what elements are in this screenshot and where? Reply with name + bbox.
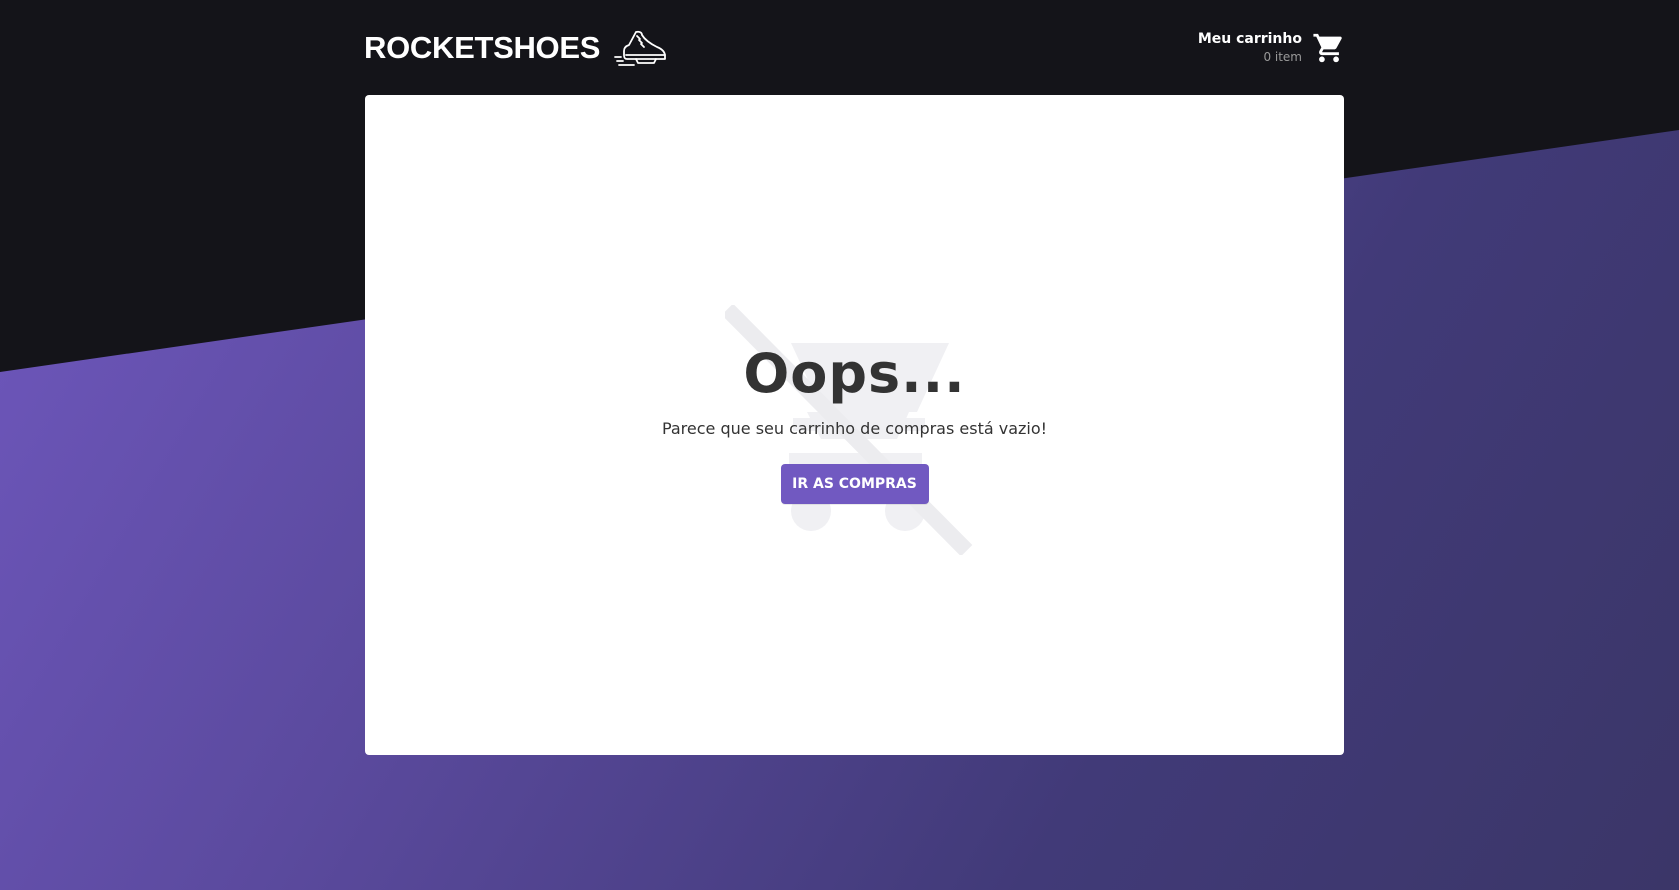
cart-item-count: 0 item bbox=[1263, 49, 1302, 64]
empty-cart-message-block: Oops... Parece que seu carrinho de compr… bbox=[365, 347, 1344, 504]
empty-cart-title: Oops... bbox=[743, 342, 966, 405]
cart-title: Meu carrinho bbox=[1197, 30, 1302, 47]
shoe-icon bbox=[614, 30, 667, 66]
header: ROCKETSHOES Meu carrinho 0 item bbox=[364, 0, 1346, 95]
cart-link[interactable]: Meu carrinho 0 item bbox=[1198, 31, 1346, 65]
brand-logo-link[interactable]: ROCKETSHOES bbox=[364, 28, 668, 68]
go-shopping-button[interactable]: IR AS COMPRAS bbox=[780, 464, 929, 504]
page-container: ROCKETSHOES Meu carrinho 0 item Oops... … bbox=[364, 0, 1346, 755]
brand-name: ROCKETSHOES bbox=[364, 29, 601, 65]
shopping-cart-icon bbox=[1313, 33, 1342, 62]
empty-cart-card: Oops... Parece que seu carrinho de compr… bbox=[365, 95, 1344, 755]
cart-summary: Meu carrinho 0 item bbox=[1198, 31, 1302, 64]
empty-cart-message: Parece que seu carrinho de compras está … bbox=[661, 419, 1048, 438]
